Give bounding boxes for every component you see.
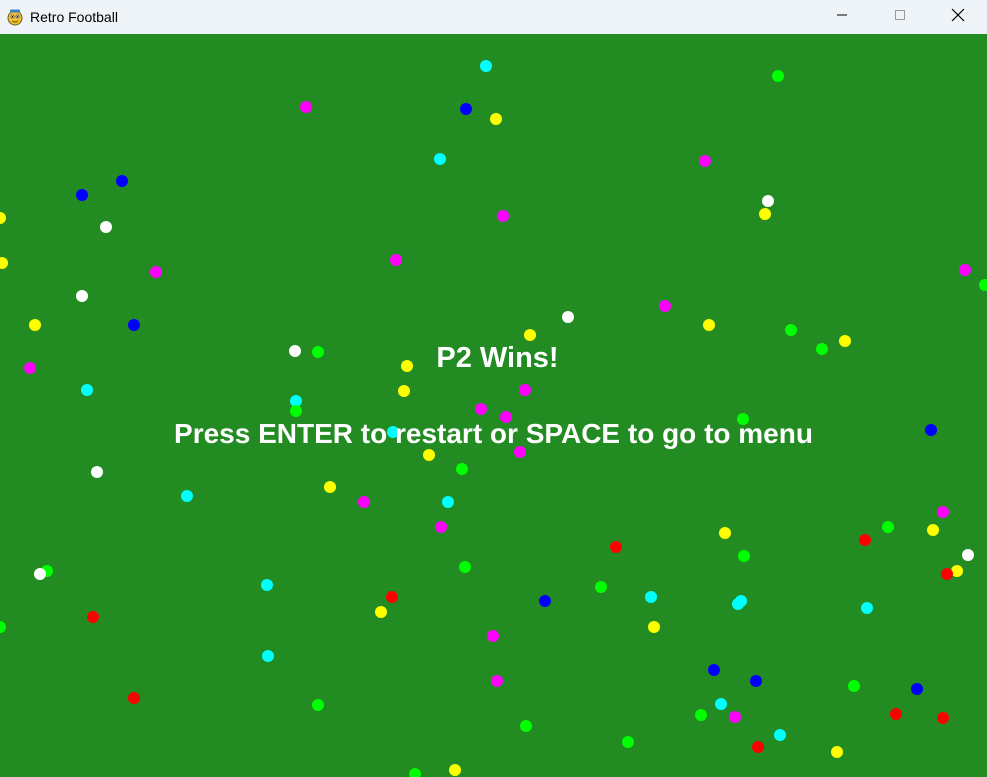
confetti-particle bbox=[750, 675, 762, 687]
confetti-particle bbox=[100, 221, 112, 233]
confetti-particle bbox=[695, 709, 707, 721]
winner-text: P2 Wins! bbox=[436, 342, 559, 374]
close-button[interactable] bbox=[929, 0, 987, 30]
confetti-particle bbox=[0, 621, 6, 633]
confetti-particle bbox=[490, 113, 502, 125]
confetti-particle bbox=[128, 319, 140, 331]
restart-instructions: Press ENTER to restart or SPACE to go to… bbox=[174, 418, 813, 449]
confetti-particle bbox=[911, 683, 923, 695]
confetti-particle bbox=[595, 581, 607, 593]
confetti-particle bbox=[882, 521, 894, 533]
confetti-particle bbox=[937, 712, 949, 724]
confetti-particle bbox=[290, 405, 302, 417]
confetti-particle bbox=[752, 741, 764, 753]
confetti-particle bbox=[890, 708, 902, 720]
maximize-button[interactable] bbox=[871, 0, 929, 30]
confetti-particle bbox=[460, 103, 472, 115]
confetti-particle bbox=[738, 550, 750, 562]
confetti-particle bbox=[519, 384, 531, 396]
confetti-particle bbox=[497, 210, 509, 222]
confetti-particle bbox=[324, 481, 336, 493]
confetti-particle bbox=[648, 621, 660, 633]
confetti-particle bbox=[927, 524, 939, 536]
confetti-particle bbox=[979, 279, 987, 291]
confetti-particle bbox=[386, 591, 398, 603]
confetti-particle bbox=[116, 175, 128, 187]
confetti-particle bbox=[435, 521, 447, 533]
confetti-particle bbox=[91, 466, 103, 478]
confetti-particle bbox=[0, 212, 6, 224]
confetti-particle bbox=[300, 101, 312, 113]
confetti-particle bbox=[708, 664, 720, 676]
minimize-button[interactable] bbox=[813, 0, 871, 30]
confetti-particle bbox=[959, 264, 971, 276]
confetti-particle bbox=[962, 549, 974, 561]
confetti-particle bbox=[562, 311, 574, 323]
confetti-particle bbox=[831, 746, 843, 758]
confetti-particle bbox=[859, 534, 871, 546]
confetti-particle bbox=[76, 290, 88, 302]
maximize-icon bbox=[895, 10, 905, 20]
confetti-particle bbox=[941, 568, 953, 580]
window-title: Retro Football bbox=[30, 9, 118, 25]
confetti-particle bbox=[81, 384, 93, 396]
game-canvas[interactable]: P2 Wins! Press ENTER to restart or SPACE… bbox=[0, 34, 987, 777]
confetti-particle bbox=[520, 720, 532, 732]
confetti-particle bbox=[358, 496, 370, 508]
confetti-particle bbox=[29, 319, 41, 331]
app-window: Retro Football P2 Wins! Press ENTER to r… bbox=[0, 0, 987, 777]
confetti-particle bbox=[937, 506, 949, 518]
confetti-particle bbox=[375, 606, 387, 618]
confetti-particle bbox=[729, 711, 741, 723]
confetti-particle bbox=[0, 257, 8, 269]
confetti-particle bbox=[645, 591, 657, 603]
confetti-particle bbox=[715, 698, 727, 710]
confetti-particle bbox=[181, 490, 193, 502]
confetti-particle bbox=[719, 527, 731, 539]
confetti-particle bbox=[409, 768, 421, 777]
confetti-particle bbox=[459, 561, 471, 573]
title-bar[interactable]: Retro Football bbox=[0, 0, 987, 34]
confetti-particle bbox=[262, 650, 274, 662]
confetti-particle bbox=[480, 60, 492, 72]
confetti-particle bbox=[87, 611, 99, 623]
confetti-particle bbox=[699, 155, 711, 167]
confetti-particle bbox=[622, 736, 634, 748]
confetti-particle bbox=[398, 385, 410, 397]
confetti-particle bbox=[861, 602, 873, 614]
confetti-particle bbox=[703, 319, 715, 331]
minimize-icon bbox=[837, 14, 847, 16]
confetti-particle bbox=[34, 568, 46, 580]
confetti-particle bbox=[759, 208, 771, 220]
close-icon bbox=[951, 8, 965, 22]
confetti-layer bbox=[0, 34, 987, 777]
window-controls bbox=[813, 0, 987, 34]
confetti-particle bbox=[128, 692, 140, 704]
pygame-snake-icon bbox=[6, 8, 24, 26]
confetti-particle bbox=[150, 266, 162, 278]
confetti-particle bbox=[762, 195, 774, 207]
confetti-particle bbox=[848, 680, 860, 692]
confetti-particle bbox=[475, 403, 487, 415]
confetti-particle bbox=[659, 300, 671, 312]
confetti-particle bbox=[732, 598, 744, 610]
confetti-particle bbox=[610, 541, 622, 553]
confetti-particle bbox=[390, 254, 402, 266]
confetti-particle bbox=[76, 189, 88, 201]
confetti-particle bbox=[785, 324, 797, 336]
confetti-particle bbox=[261, 579, 273, 591]
confetti-particle bbox=[423, 449, 435, 461]
confetti-particle bbox=[539, 595, 551, 607]
confetti-particle bbox=[434, 153, 446, 165]
confetti-particle bbox=[491, 675, 503, 687]
confetti-particle bbox=[442, 496, 454, 508]
confetti-particle bbox=[312, 699, 324, 711]
confetti-particle bbox=[772, 70, 784, 82]
confetti-particle bbox=[774, 729, 786, 741]
confetti-particle bbox=[524, 329, 536, 341]
confetti-particle bbox=[449, 764, 461, 776]
confetti-particle bbox=[456, 463, 468, 475]
confetti-particle bbox=[487, 630, 499, 642]
